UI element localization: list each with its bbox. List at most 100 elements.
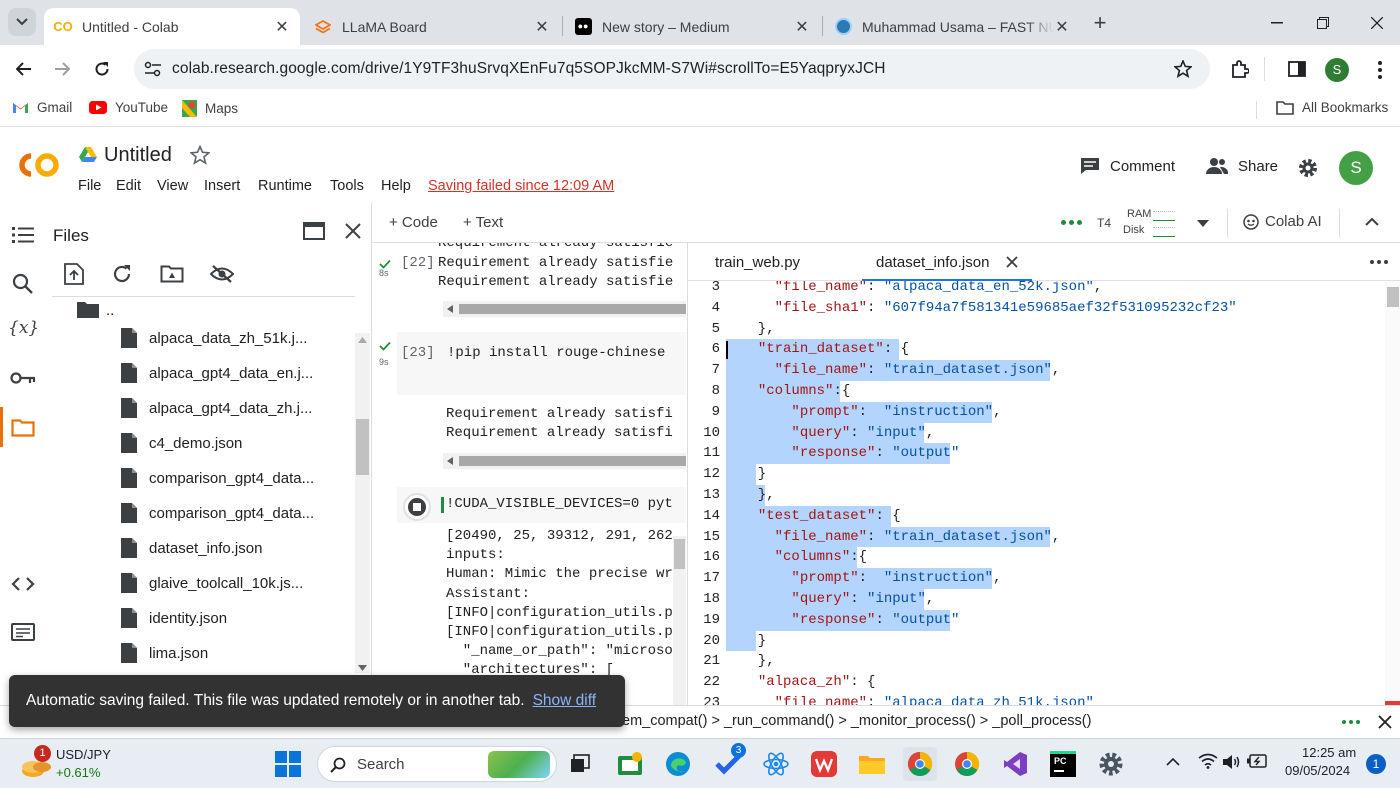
table-of-contents-icon[interactable] — [12, 226, 34, 244]
file-item[interactable]: alpaca_gpt4_data_zh.j... — [120, 392, 312, 424]
site-settings-icon[interactable] — [144, 61, 162, 77]
show-diff-link[interactable]: Show diff — [533, 692, 596, 710]
editor-more-button[interactable] — [1370, 260, 1388, 264]
file-item[interactable]: alpaca_gpt4_data_en.j... — [120, 357, 313, 389]
caret-down-icon[interactable] — [1197, 220, 1209, 227]
restore-button[interactable] — [1300, 0, 1346, 45]
extensions-button[interactable] — [1224, 53, 1256, 85]
forward-button[interactable] — [46, 53, 78, 85]
code-cell[interactable] — [397, 332, 686, 395]
tab-search-button[interactable] — [8, 8, 36, 36]
minimize-button[interactable] — [1254, 0, 1300, 45]
reload-button[interactable] — [86, 53, 118, 85]
taskbar-app-wps[interactable] — [807, 747, 841, 781]
profile-avatar[interactable]: S — [1325, 58, 1349, 82]
taskbar-app-todo[interactable]: 3 — [711, 743, 746, 781]
taskbar-app-pycharm[interactable]: PC — [1046, 747, 1080, 781]
add-text-button[interactable]: + Text — [463, 214, 503, 231]
key-icon[interactable] — [10, 371, 36, 385]
close-icon[interactable] — [1378, 715, 1392, 729]
taskbar-app-classroom[interactable] — [613, 747, 647, 781]
editor-scrollbar[interactable] — [1385, 281, 1400, 705]
bookmark-gmail[interactable]: Gmail — [12, 100, 72, 115]
parent-folder[interactable]: .. — [76, 301, 114, 319]
close-tab-icon[interactable]: ✕ — [274, 17, 290, 37]
file-item[interactable]: alpaca_data_zh_51k.j... — [120, 322, 307, 354]
output-vscrollbar[interactable] — [673, 536, 686, 705]
expand-panel-icon[interactable] — [303, 222, 325, 240]
menu-tools[interactable]: Tools — [330, 178, 364, 194]
menu-help[interactable]: Help — [381, 178, 411, 194]
task-view-button[interactable] — [563, 747, 597, 781]
menu-view[interactable]: View — [157, 178, 188, 194]
gear-icon[interactable] — [1297, 157, 1319, 179]
notebook-title[interactable]: Untitled — [104, 144, 172, 167]
files-scrollbar[interactable] — [355, 333, 370, 673]
menu-file[interactable]: File — [78, 178, 101, 194]
start-button[interactable] — [271, 747, 305, 781]
wifi-icon[interactable] — [1198, 753, 1218, 769]
notification-center-badge[interactable]: 1 — [1366, 754, 1386, 774]
menu-runtime[interactable]: Runtime — [258, 178, 312, 194]
volume-icon[interactable] — [1222, 754, 1240, 770]
folder-icon[interactable] — [11, 419, 35, 437]
clock-time[interactable]: 12:25 am — [1302, 745, 1356, 760]
taskbar-search[interactable]: Search — [317, 746, 557, 782]
code-snippets-icon[interactable] — [11, 577, 35, 591]
stock-widget[interactable]: 1 USD/JPY +0.61% — [12, 745, 112, 783]
taskbar-app-edge[interactable] — [661, 747, 695, 781]
tab-medium[interactable]: ●● New story – Medium ✕ — [564, 8, 820, 45]
colab-ai-button[interactable]: Colab AI — [1243, 213, 1322, 230]
taskbar-app-explorer[interactable] — [855, 747, 889, 781]
taskbar-app-chrome-active[interactable] — [903, 747, 937, 781]
taskbar-app-react[interactable] — [759, 747, 793, 781]
file-item[interactable]: dataset_info.json — [120, 532, 262, 564]
star-icon[interactable] — [190, 145, 210, 165]
bookmark-youtube[interactable]: YouTube — [89, 100, 168, 115]
chevron-up-icon[interactable] — [1166, 757, 1180, 766]
taskbar-app-settings[interactable] — [1094, 747, 1128, 781]
stop-button[interactable] — [403, 493, 431, 521]
refresh-icon[interactable] — [112, 264, 132, 284]
eye-off-icon[interactable] — [210, 265, 234, 283]
editor-tab-train-web[interactable]: train_web.py — [715, 254, 800, 271]
tab-colab[interactable]: CO Untitled - Colab ✕ — [44, 8, 300, 45]
address-bar[interactable]: colab.research.google.com/drive/1Y9TF3hu… — [134, 49, 1210, 89]
file-item[interactable]: c4_demo.json — [120, 427, 242, 459]
add-code-button[interactable]: + Code — [389, 214, 438, 231]
resource-monitor[interactable]: RAM Disk — [1121, 207, 1181, 239]
taskbar-app-visual-studio[interactable] — [998, 747, 1032, 781]
code-area[interactable]: 3 "file_name": "alpaca_data_en_52k.json"… — [688, 281, 1388, 705]
file-item[interactable]: comparison_gpt4_data... — [120, 497, 314, 529]
cell-code[interactable]: !CUDA_VISIBLE_DEVICES=0 pyt — [446, 496, 673, 512]
bookmark-star-icon[interactable] — [1174, 60, 1192, 78]
tab-llama-board[interactable]: LLaMA Board ✕ — [304, 8, 560, 45]
all-bookmarks[interactable]: All Bookmarks — [1276, 100, 1388, 115]
terminal-icon[interactable] — [11, 623, 35, 641]
upload-icon[interactable] — [64, 263, 84, 285]
mount-drive-icon[interactable] — [160, 265, 184, 283]
file-item[interactable]: glaive_toolcall_10k.js... — [120, 567, 303, 599]
close-tab-icon[interactable]: ✕ — [1054, 17, 1070, 37]
chevron-up-icon[interactable] — [1365, 217, 1379, 226]
share-button[interactable]: Share — [1206, 157, 1278, 175]
comment-button[interactable]: Comment — [1080, 157, 1175, 175]
taskbar-app-chrome[interactable] — [950, 747, 984, 781]
file-item[interactable]: lima.json — [120, 637, 208, 669]
close-tab-icon[interactable]: ✕ — [534, 17, 550, 37]
colab-logo[interactable] — [16, 151, 62, 179]
side-panel-button[interactable] — [1281, 53, 1313, 85]
clock-date[interactable]: 09/05/2024 — [1285, 763, 1350, 778]
editor-tab-dataset-info[interactable]: dataset_info.json — [862, 243, 1032, 281]
battery-icon[interactable] — [1246, 754, 1268, 768]
close-tab-icon[interactable]: ✕ — [794, 17, 810, 37]
back-button[interactable] — [8, 53, 40, 85]
bookmark-maps[interactable]: Maps — [182, 100, 238, 117]
user-avatar[interactable]: S — [1339, 151, 1373, 185]
saving-status[interactable]: Saving failed since 12:09 AM — [428, 178, 614, 194]
close-icon[interactable] — [345, 223, 361, 239]
menu-edit[interactable]: Edit — [116, 178, 141, 194]
close-window-button[interactable] — [1354, 0, 1400, 45]
file-item[interactable]: identity.json — [120, 602, 227, 634]
file-item[interactable]: comparison_gpt4_data... — [120, 462, 314, 494]
